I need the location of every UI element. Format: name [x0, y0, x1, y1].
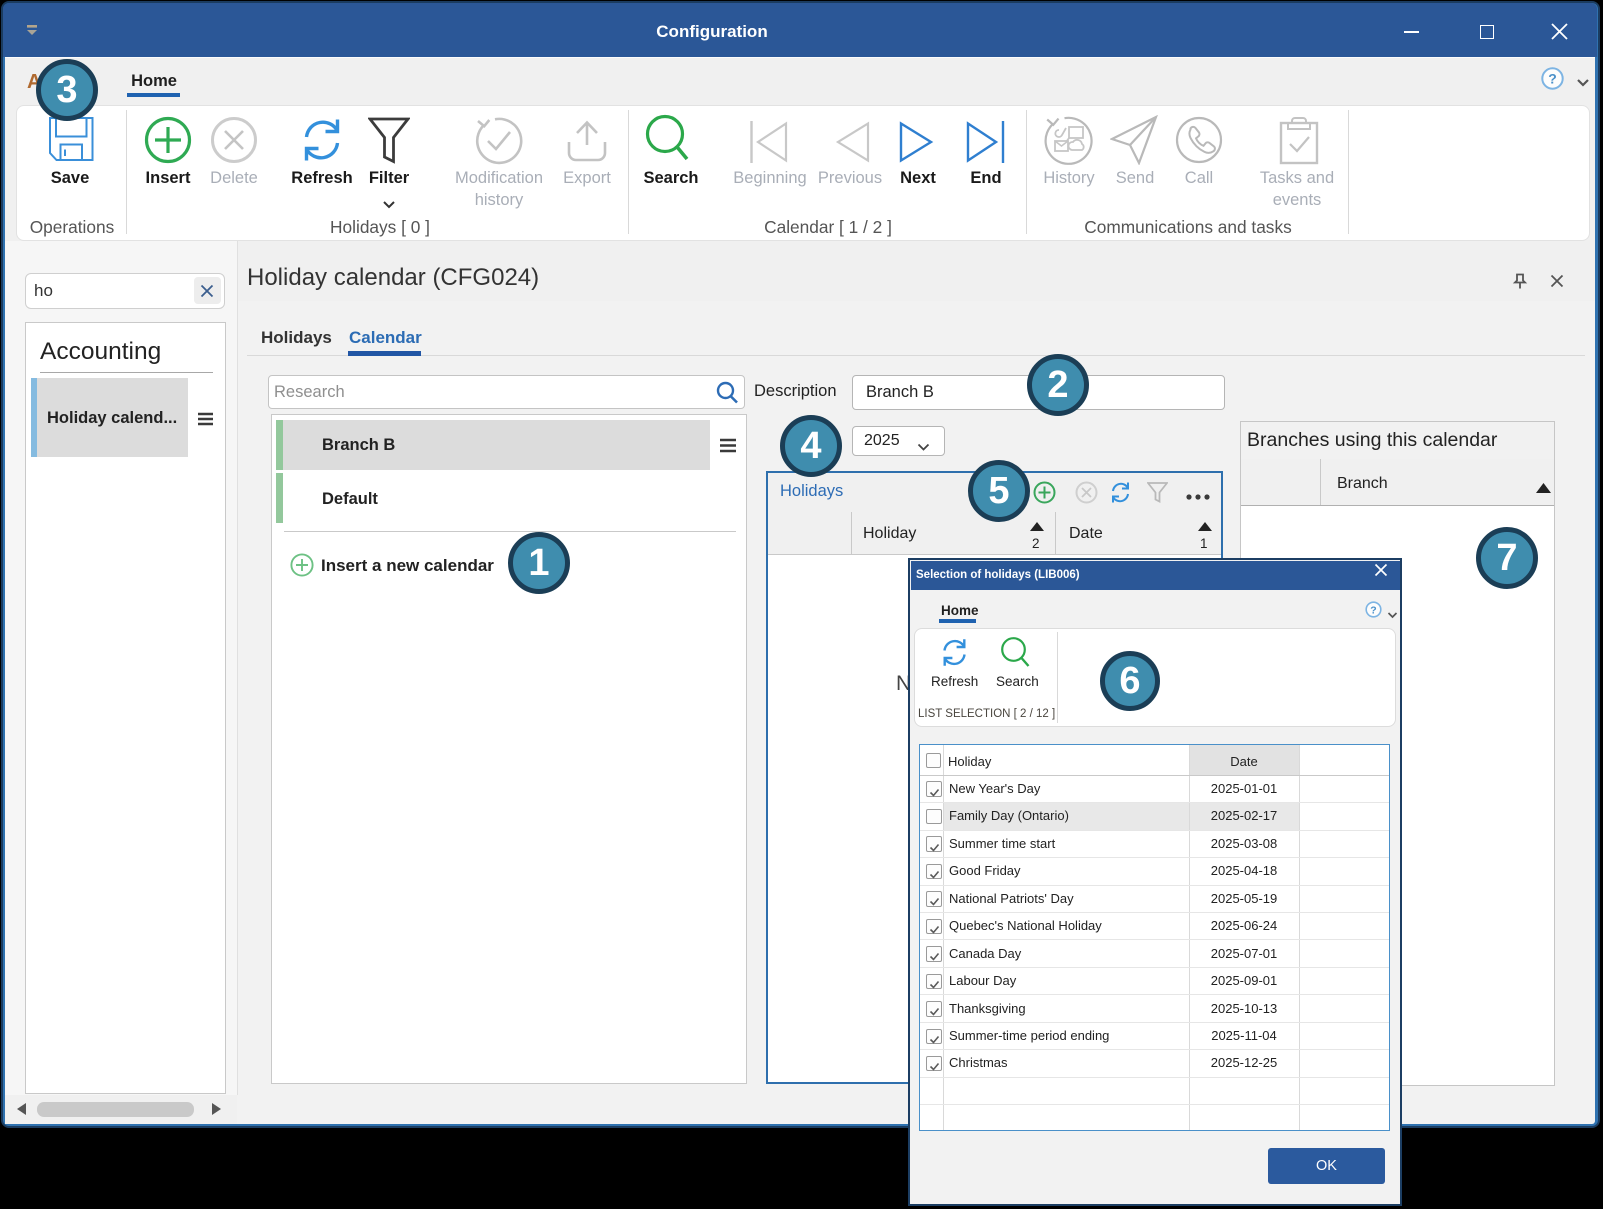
svg-text:?: ?: [1548, 71, 1557, 87]
svg-text:?: ?: [1370, 605, 1376, 617]
